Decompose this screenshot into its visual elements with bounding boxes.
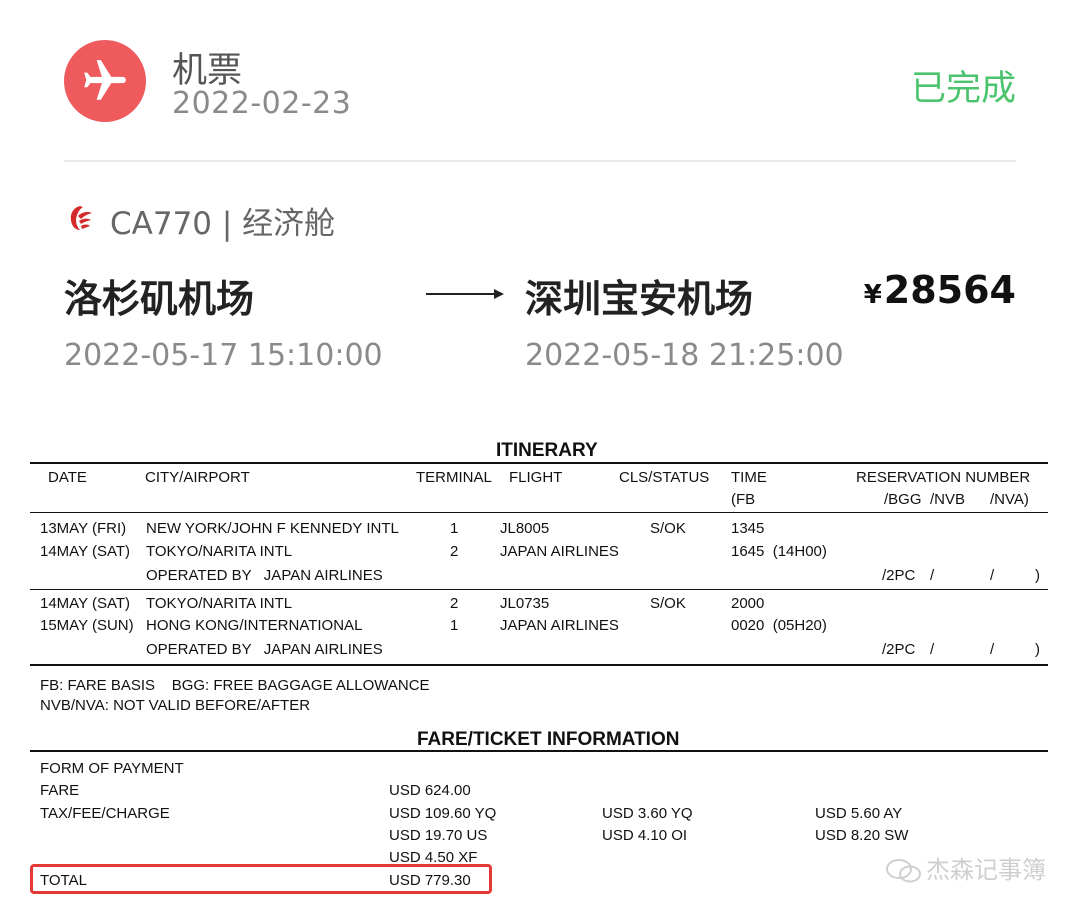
divider bbox=[64, 160, 1016, 162]
col-header-status: CLS/STATUS bbox=[619, 469, 710, 486]
row-date: 14MAY (SAT) bbox=[40, 595, 131, 612]
row-time: 1345 bbox=[731, 520, 765, 537]
legend-note: NVB/NVA: NOT VALID BEFORE/AFTER bbox=[40, 697, 311, 714]
row-bgg: /2PC bbox=[882, 567, 916, 584]
tax-item: USD 19.70 US bbox=[389, 827, 488, 844]
flight-number-class: CA770 | 经济舱 bbox=[110, 206, 336, 242]
col-header-terminal: TERMINAL bbox=[416, 469, 492, 486]
segment-rule bbox=[30, 589, 1048, 590]
air-china-logo bbox=[64, 202, 96, 238]
category-badge bbox=[64, 40, 146, 122]
row-terminal: 1 bbox=[450, 617, 459, 634]
row-terminal: 1 bbox=[450, 520, 459, 537]
row-date: 15MAY (SUN) bbox=[40, 617, 134, 634]
arrow-right-icon bbox=[426, 286, 506, 305]
watermark-text: 杰森记事簿 bbox=[926, 856, 1046, 884]
col-header-reservation: RESERVATION NUMBER bbox=[856, 469, 1031, 486]
row-operated-by: OPERATED BY JAPAN AIRLINES bbox=[146, 567, 383, 584]
arrival-airport: 深圳宝安机场 bbox=[525, 277, 754, 321]
currency-symbol: ¥ bbox=[863, 280, 882, 310]
col-header-bgg: /BGG bbox=[884, 491, 922, 508]
airplane-icon bbox=[84, 60, 126, 100]
order-date: 2022-02-23 bbox=[172, 86, 352, 121]
row-city: NEW YORK/JOHN F KENNEDY INTL bbox=[146, 520, 399, 537]
col-header-city: CITY/AIRPORT bbox=[145, 469, 250, 486]
row-close: ) bbox=[1035, 567, 1040, 584]
tax-item: USD 4.10 OI bbox=[602, 827, 688, 844]
row-flight: JL0735 bbox=[500, 595, 550, 612]
col-header-nva: /NVA) bbox=[990, 491, 1029, 508]
row-flight: JAPAN AIRLINES bbox=[500, 543, 619, 560]
total-label: TOTAL bbox=[40, 872, 87, 889]
tax-item: USD 8.20 SW bbox=[815, 827, 909, 844]
ticket-price: ¥28564 bbox=[864, 268, 1016, 312]
row-city: TOKYO/NARITA INTL bbox=[146, 595, 293, 612]
row-time: 0020 (05H20) bbox=[731, 617, 827, 634]
tax-label: TAX/FEE/CHARGE bbox=[40, 805, 170, 822]
row-status: S/OK bbox=[650, 595, 686, 612]
price-amount: 28564 bbox=[883, 268, 1016, 312]
row-nva: / bbox=[990, 567, 995, 584]
row-close: ) bbox=[1035, 641, 1040, 658]
order-status: 已完成 bbox=[910, 69, 1016, 109]
header-rule bbox=[30, 512, 1048, 513]
row-terminal: 2 bbox=[450, 595, 459, 612]
itinerary-top-rule bbox=[30, 462, 1048, 464]
departure-airport: 洛杉矶机场 bbox=[64, 277, 255, 321]
row-time: 1645 (14H00) bbox=[731, 543, 827, 560]
fare-label: FARE bbox=[40, 782, 80, 799]
total-value: USD 779.30 bbox=[389, 872, 471, 889]
row-flight: JAPAN AIRLINES bbox=[500, 617, 619, 634]
wechat-icon bbox=[886, 859, 921, 883]
row-date: 13MAY (FRI) bbox=[40, 520, 127, 537]
row-city: TOKYO/NARITA INTL bbox=[146, 543, 293, 560]
row-flight: JL8005 bbox=[500, 520, 550, 537]
form-of-payment-label: FORM OF PAYMENT bbox=[40, 760, 184, 777]
col-header-nvb: /NVB bbox=[930, 491, 966, 508]
row-time: 2000 bbox=[731, 595, 765, 612]
row-nvb: / bbox=[930, 641, 935, 658]
itinerary-bottom-rule bbox=[30, 664, 1048, 666]
fare-value: USD 624.00 bbox=[389, 782, 471, 799]
row-date: 14MAY (SAT) bbox=[40, 543, 131, 560]
fare-title: FARE/TICKET INFORMATION bbox=[417, 729, 680, 750]
watermark: 杰森记事簿 bbox=[886, 850, 1046, 885]
row-nva: / bbox=[990, 641, 995, 658]
tax-item: USD 5.60 AY bbox=[815, 805, 903, 822]
fare-rule bbox=[30, 750, 1048, 752]
tax-item: USD 109.60 YQ bbox=[389, 805, 497, 822]
departure-time: 2022-05-17 15:10:00 bbox=[64, 338, 383, 373]
arrival-time: 2022-05-18 21:25:00 bbox=[525, 338, 844, 373]
col-header-time: TIME bbox=[731, 469, 767, 486]
col-header-flight: FLIGHT bbox=[509, 469, 563, 486]
row-city: HONG KONG/INTERNATIONAL bbox=[146, 617, 363, 634]
row-terminal: 2 bbox=[450, 543, 459, 560]
legend-note: FB: FARE BASIS BGG: FREE BAGGAGE ALLOWAN… bbox=[40, 677, 430, 694]
col-header-fb: (FB bbox=[731, 491, 756, 508]
itinerary-title: ITINERARY bbox=[496, 440, 598, 461]
row-operated-by: OPERATED BY JAPAN AIRLINES bbox=[146, 641, 383, 658]
col-header-date: DATE bbox=[48, 469, 87, 486]
row-nvb: / bbox=[930, 567, 935, 584]
row-bgg: /2PC bbox=[882, 641, 916, 658]
tax-item: USD 3.60 YQ bbox=[602, 805, 693, 822]
row-status: S/OK bbox=[650, 520, 686, 537]
